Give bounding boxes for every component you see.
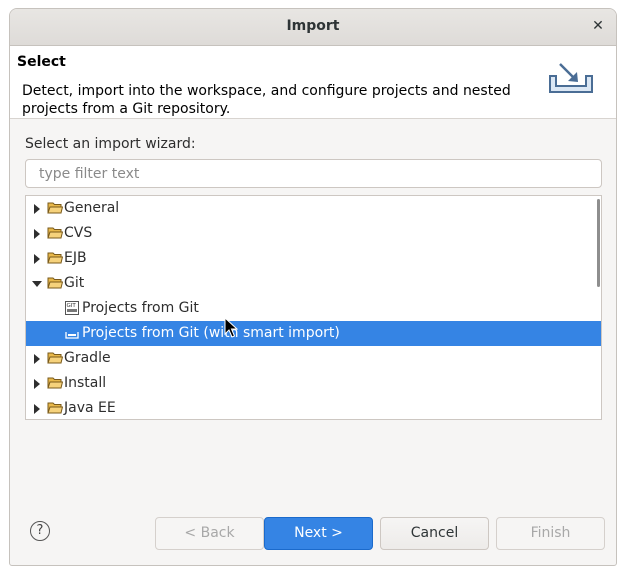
expander-closed-icon[interactable] [32, 379, 42, 389]
tree-item-label: EJB [64, 250, 87, 266]
title-bar: Import ✕ [10, 9, 616, 46]
expander-closed-icon[interactable] [32, 404, 42, 414]
tree-item[interactable]: Projects from Git (with smart import) [26, 321, 601, 346]
tree-item[interactable]: Gradle [26, 346, 601, 371]
tree-item-label: General [64, 200, 120, 216]
import-dialog: Import ✕ Select Detect, import into the … [9, 8, 617, 566]
filter-input[interactable] [25, 159, 602, 188]
expander-closed-icon[interactable] [32, 254, 42, 264]
tree-item[interactable]: Git [26, 271, 601, 296]
folder-icon [47, 202, 63, 214]
folder-icon [47, 377, 63, 389]
tree-item[interactable]: Java EE [26, 396, 601, 419]
help-icon[interactable]: ? [30, 521, 50, 541]
svg-text:GIT: GIT [67, 303, 77, 309]
cancel-button[interactable]: Cancel [380, 517, 489, 550]
wizard-header: Select Detect, import into the workspace… [10, 46, 616, 119]
wizard-select-label: Select an import wizard: [25, 136, 196, 152]
page-description: Detect, import into the workspace, and c… [22, 83, 511, 117]
tree-item[interactable]: General [26, 196, 601, 221]
folder-icon [47, 252, 63, 264]
git-projects-icon: GIT [65, 301, 79, 315]
tree-item-label: CVS [64, 225, 93, 241]
wizard-tree[interactable]: General CVS EJB Git GIT Projects from Git Proj… [25, 195, 602, 420]
tree-item[interactable]: GIT Projects from Git [26, 296, 601, 321]
expander-closed-icon[interactable] [32, 229, 42, 239]
tree-item-label: Git [64, 275, 85, 291]
close-icon[interactable]: ✕ [588, 16, 608, 36]
tree-item-label: Gradle [64, 350, 111, 366]
finish-button[interactable]: Finish [496, 517, 605, 550]
tree-item-label: Java EE [64, 400, 116, 416]
folder-icon [47, 402, 63, 414]
mouse-cursor-icon [224, 317, 238, 338]
tree-item[interactable]: CVS [26, 221, 601, 246]
dialog-title: Import [286, 18, 340, 34]
tree-item[interactable]: Install [26, 371, 601, 396]
folder-icon [47, 227, 63, 239]
git-smart-import-icon [65, 332, 79, 339]
folder-icon [47, 277, 63, 289]
import-wizard-icon [549, 63, 593, 93]
tree-item[interactable]: EJB [26, 246, 601, 271]
tree-item-label: Install [64, 375, 107, 391]
next-button[interactable]: Next > [264, 517, 373, 550]
page-title: Select [17, 54, 66, 70]
back-button[interactable]: < Back [155, 517, 264, 550]
expander-closed-icon[interactable] [32, 354, 42, 364]
tree-item-label: Projects from Git (with smart import) [82, 325, 340, 341]
expander-open-icon[interactable] [32, 279, 42, 289]
expander-closed-icon[interactable] [32, 204, 42, 214]
tree-item-label: Projects from Git [82, 300, 199, 316]
folder-icon [47, 352, 63, 364]
